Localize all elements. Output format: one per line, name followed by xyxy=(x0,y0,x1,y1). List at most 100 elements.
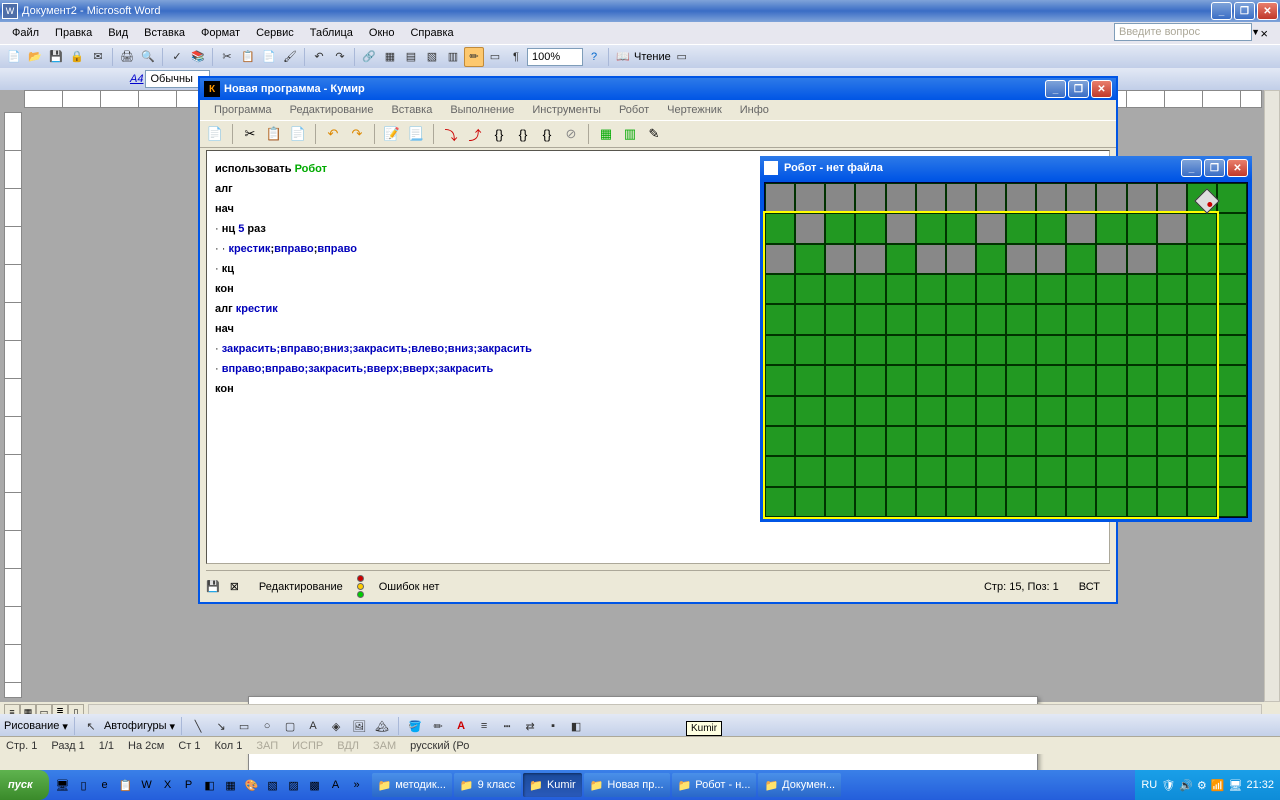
kredo-icon[interactable]: ↷ xyxy=(346,123,368,145)
robot-cell[interactable] xyxy=(1006,426,1036,456)
drawing-icon[interactable]: ✏ xyxy=(464,47,484,67)
kmenu-drawer[interactable]: Чертежник xyxy=(659,103,730,117)
open-icon[interactable]: 📂 xyxy=(25,47,45,67)
robot-cell[interactable] xyxy=(946,487,976,517)
taskbar-task[interactable]: 📁9 класс xyxy=(454,773,521,797)
shadow-icon[interactable]: ▪ xyxy=(543,716,563,736)
robot-cell[interactable] xyxy=(795,365,825,395)
robot-cell[interactable] xyxy=(976,426,1006,456)
reading-label[interactable]: Чтение xyxy=(634,51,671,63)
ql-paint-icon[interactable]: 🎨 xyxy=(242,774,262,796)
robot-cell[interactable] xyxy=(1187,396,1217,426)
para-icon[interactable]: ¶ xyxy=(506,47,526,67)
robot-cell[interactable] xyxy=(976,304,1006,334)
robot-cell[interactable] xyxy=(1127,274,1157,304)
robot-cell[interactable] xyxy=(1096,213,1126,243)
robot-cell[interactable] xyxy=(1036,487,1066,517)
kumir-titlebar[interactable]: К Новая программа - Кумир _ ❐ ✕ xyxy=(200,78,1116,100)
robot-cell[interactable] xyxy=(795,426,825,456)
lang-indicator[interactable]: RU xyxy=(1141,779,1157,791)
kpen-icon[interactable]: ✎ xyxy=(643,123,665,145)
robot-cell[interactable] xyxy=(886,244,916,274)
robot-cell[interactable] xyxy=(1187,335,1217,365)
robot-cell[interactable] xyxy=(855,456,885,486)
robot-cell[interactable] xyxy=(1187,487,1217,517)
robot-cell[interactable] xyxy=(1036,365,1066,395)
robot-cell[interactable] xyxy=(886,426,916,456)
robot-cell[interactable] xyxy=(946,456,976,486)
clipart-icon[interactable]: 🖼 xyxy=(349,716,369,736)
kclose-icon[interactable]: ⊠ xyxy=(230,580,239,593)
robot-cell[interactable] xyxy=(1127,244,1157,274)
robot-cell[interactable] xyxy=(795,274,825,304)
robot-cell[interactable] xyxy=(1096,244,1126,274)
robot-cell[interactable] xyxy=(765,304,795,334)
robot-cell[interactable] xyxy=(1096,335,1126,365)
autoshapes-label[interactable]: Автофигуры xyxy=(104,720,167,732)
ql-tc-icon[interactable]: ▯ xyxy=(74,774,94,796)
taskbar-task[interactable]: 📁Робот - н... xyxy=(672,773,757,797)
picture-icon[interactable]: 🏔 xyxy=(372,716,392,736)
robot-cell[interactable] xyxy=(976,487,1006,517)
robot-cell[interactable] xyxy=(855,244,885,274)
robot-cell[interactable] xyxy=(946,365,976,395)
kmenu-run[interactable]: Выполнение xyxy=(442,103,522,117)
robot-cell[interactable] xyxy=(1187,213,1217,243)
robot-cell[interactable] xyxy=(825,274,855,304)
robot-field[interactable] xyxy=(764,182,1248,518)
robot-cell[interactable] xyxy=(1217,183,1247,213)
ql-dict-icon[interactable]: A xyxy=(326,774,346,796)
new-icon[interactable]: 📄 xyxy=(4,47,24,67)
help-icon[interactable]: ? xyxy=(584,47,604,67)
robot-cell[interactable] xyxy=(976,396,1006,426)
robot-cell[interactable] xyxy=(886,396,916,426)
diagram-icon[interactable]: ◈ xyxy=(326,716,346,736)
maximize-button[interactable]: ❐ xyxy=(1234,2,1255,20)
menu-window[interactable]: Окно xyxy=(361,25,403,41)
paste-icon[interactable]: 📄 xyxy=(259,47,279,67)
robot-cell[interactable] xyxy=(976,365,1006,395)
robot-cell[interactable] xyxy=(1006,213,1036,243)
robot-cell[interactable] xyxy=(1187,274,1217,304)
ql-desktop-icon[interactable]: 🖥 xyxy=(53,774,73,796)
fill-color-icon[interactable]: 🪣 xyxy=(405,716,425,736)
robot-cell[interactable] xyxy=(1066,335,1096,365)
robot-cell[interactable] xyxy=(1036,213,1066,243)
robot-cell[interactable] xyxy=(795,456,825,486)
vertical-scrollbar[interactable] xyxy=(1264,90,1280,702)
kgrid1-icon[interactable]: ▦ xyxy=(595,123,617,145)
robot-cell[interactable] xyxy=(1217,304,1247,334)
robot-cell[interactable] xyxy=(946,335,976,365)
robot-cell[interactable] xyxy=(916,213,946,243)
robot-cell[interactable] xyxy=(1006,183,1036,213)
robot-cell[interactable] xyxy=(1006,365,1036,395)
format-painter-icon[interactable]: 🖌 xyxy=(280,47,300,67)
kumir-minimize-button[interactable]: _ xyxy=(1045,80,1066,98)
robot-cell[interactable] xyxy=(855,426,885,456)
ql-more-icon[interactable]: » xyxy=(347,774,367,796)
robot-cell[interactable] xyxy=(1096,487,1126,517)
select-icon[interactable]: ↖ xyxy=(81,716,101,736)
tray-icon[interactable]: 🔊 xyxy=(1179,779,1193,792)
robot-cell[interactable] xyxy=(1036,183,1066,213)
krun-icon[interactable]: {} xyxy=(488,123,510,145)
robot-cell[interactable] xyxy=(1217,244,1247,274)
menu-view[interactable]: Вид xyxy=(100,25,136,41)
ql-excel-icon[interactable]: X xyxy=(158,774,178,796)
robot-cell[interactable] xyxy=(825,304,855,334)
robot-cell[interactable] xyxy=(795,213,825,243)
robot-cell[interactable] xyxy=(886,183,916,213)
robot-cell[interactable] xyxy=(886,335,916,365)
robot-cell[interactable] xyxy=(1066,487,1096,517)
robot-cell[interactable] xyxy=(765,426,795,456)
columns-icon[interactable]: ▥ xyxy=(443,47,463,67)
robot-cell[interactable] xyxy=(765,487,795,517)
research-icon[interactable]: 📚 xyxy=(188,47,208,67)
robot-cell[interactable] xyxy=(946,304,976,334)
robot-cell[interactable] xyxy=(1006,304,1036,334)
robot-cell[interactable] xyxy=(855,274,885,304)
permissions-icon[interactable]: 🔒 xyxy=(67,47,87,67)
robot-cell[interactable] xyxy=(825,487,855,517)
robot-cell[interactable] xyxy=(1187,304,1217,334)
robot-cell[interactable] xyxy=(825,456,855,486)
